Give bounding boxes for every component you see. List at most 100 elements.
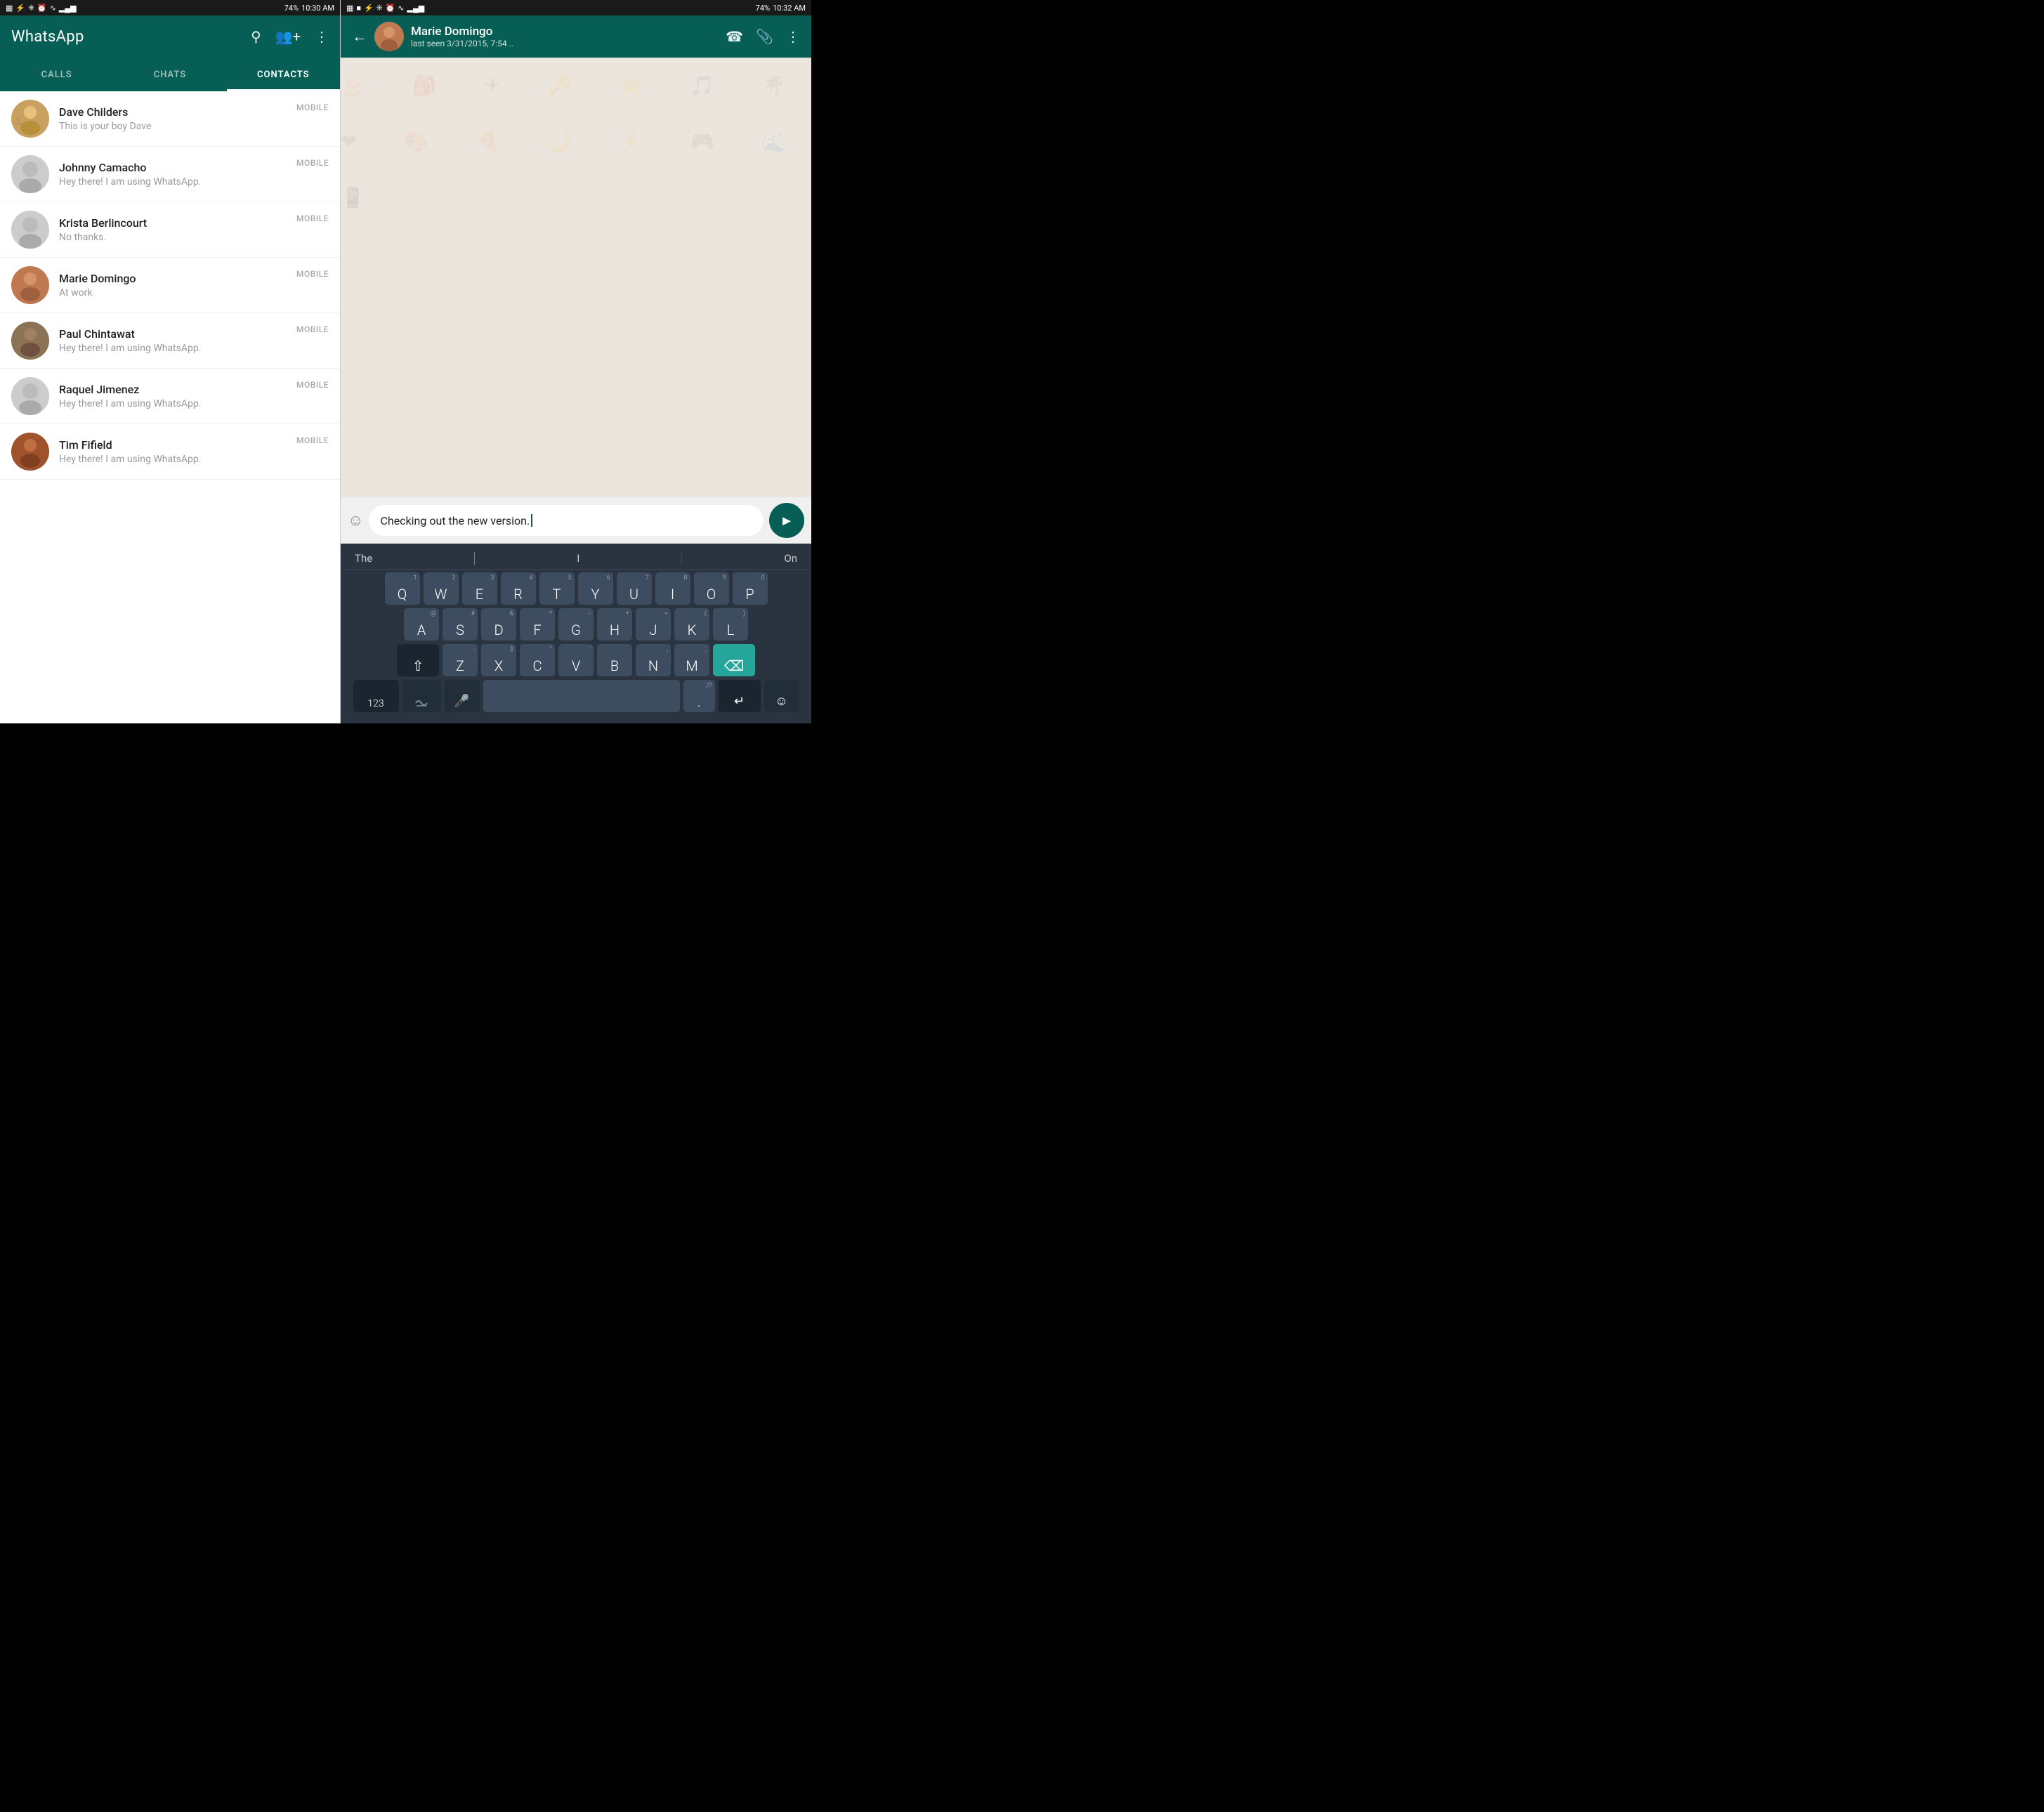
key-label: 123 bbox=[367, 699, 384, 709]
alarm-icon: ⏰ bbox=[37, 4, 47, 13]
avatar bbox=[11, 322, 49, 360]
key-secondary: @ bbox=[431, 610, 436, 617]
send-button[interactable]: ► bbox=[769, 503, 804, 538]
contact-type: MOBILE bbox=[296, 322, 329, 334]
flashlight-icon: ⚡ bbox=[15, 4, 25, 13]
cell-signal-right: ▂▄▆ bbox=[407, 4, 425, 13]
avatar bbox=[11, 155, 49, 193]
tab-chats[interactable]: CHATS bbox=[113, 60, 226, 91]
key-t[interactable]: 5T bbox=[539, 572, 575, 605]
key-k[interactable]: (K bbox=[674, 608, 709, 641]
key-s[interactable]: #S bbox=[443, 608, 478, 641]
emoji-button[interactable]: ☺ bbox=[348, 511, 363, 530]
space-key[interactable] bbox=[483, 680, 680, 712]
key-row-bottom: 123 🎤 ,!?. ↵ ☺ bbox=[346, 680, 806, 712]
key-label: G bbox=[571, 623, 581, 637]
text-cursor bbox=[531, 514, 532, 527]
contact-item[interactable]: 🏃 Dave Childers This is your boy Dave MO… bbox=[0, 91, 340, 147]
key-y[interactable]: 6Y bbox=[578, 572, 613, 605]
contact-item[interactable]: Tim Fifield Hey there! I am using WhatsA… bbox=[0, 424, 340, 480]
key-label: S bbox=[456, 623, 464, 637]
avatar bbox=[11, 266, 49, 304]
key-label: C bbox=[533, 659, 542, 673]
key-secondary: ' bbox=[589, 646, 591, 653]
enter-key[interactable]: ↵ bbox=[719, 680, 761, 712]
key-z[interactable]: -Z bbox=[443, 644, 478, 676]
key-d[interactable]: &D bbox=[481, 608, 516, 641]
attach-icon[interactable]: 📎 bbox=[756, 28, 773, 45]
keyboard-rows: 1Q 2W 3E 4R 5T 6Y 7U 8I 9O 0P @A #S &D *… bbox=[343, 570, 808, 715]
back-button[interactable]: ← bbox=[352, 27, 367, 46]
key-j[interactable]: =J bbox=[636, 608, 671, 641]
chat-last-seen: last seen 3/31/2015, 7:54 .. bbox=[411, 39, 719, 48]
tab-bar: CALLS CHATS CONTACTS bbox=[0, 58, 340, 91]
contact-item[interactable]: Krista Berlincourt No thanks. MOBILE bbox=[0, 202, 340, 258]
key-label: Z bbox=[456, 659, 464, 673]
swipe-key[interactable] bbox=[402, 680, 441, 712]
key-n[interactable]: ,N bbox=[636, 644, 671, 676]
suggestion-3[interactable]: On bbox=[784, 552, 797, 565]
call-icon[interactable]: ☎ bbox=[726, 28, 743, 45]
mic-icon: 🎤 bbox=[454, 694, 469, 709]
more-options-icon[interactable]: ⋮ bbox=[315, 28, 329, 45]
tab-calls[interactable]: CALLS bbox=[0, 60, 113, 91]
backspace-key[interactable]: ⌫ bbox=[713, 644, 755, 676]
chat-more-icon[interactable]: ⋮ bbox=[786, 28, 800, 45]
key-f[interactable]: *F bbox=[520, 608, 555, 641]
wifi-icon-right: ■ bbox=[356, 4, 361, 13]
key-h[interactable]: +H bbox=[597, 608, 632, 641]
key-label: K bbox=[688, 623, 697, 637]
key-label: F bbox=[533, 623, 541, 637]
key-secondary: 1 bbox=[413, 575, 417, 582]
key-q[interactable]: 1Q bbox=[385, 572, 420, 605]
chat-input-area: ☺ Checking out the new version. ► bbox=[341, 497, 811, 544]
suggestion-2[interactable]: I bbox=[577, 552, 579, 565]
contact-item[interactable]: Marie Domingo At work MOBILE bbox=[0, 258, 340, 313]
key-secondary: & bbox=[509, 610, 513, 617]
key-label: ⇧ bbox=[412, 659, 424, 673]
key-m[interactable]: ;M bbox=[674, 644, 709, 676]
emoji-key[interactable]: ☺ bbox=[764, 680, 799, 712]
number-key[interactable]: 123 bbox=[353, 680, 399, 712]
key-u[interactable]: 7U bbox=[617, 572, 652, 605]
app-bar-icons: ⚲ 👥+ ⋮ bbox=[251, 28, 329, 45]
key-label: A bbox=[417, 623, 426, 637]
contact-item[interactable]: Johnny Camacho Hey there! I am using Wha… bbox=[0, 147, 340, 202]
add-contact-icon[interactable]: 👥+ bbox=[275, 28, 301, 45]
time-left: 10:30 AM bbox=[301, 4, 334, 13]
key-row-1: 1Q 2W 3E 4R 5T 6Y 7U 8I 9O 0P bbox=[346, 572, 806, 605]
svg-text:🏃: 🏃 bbox=[15, 119, 22, 126]
key-w[interactable]: 2W bbox=[424, 572, 459, 605]
key-b[interactable]: B bbox=[597, 644, 632, 676]
key-v[interactable]: 'V bbox=[558, 644, 594, 676]
period-key[interactable]: ,!?. bbox=[683, 680, 715, 712]
avatar bbox=[11, 433, 49, 471]
contact-item[interactable]: Paul Chintawat Hey there! I am using Wha… bbox=[0, 313, 340, 369]
left-panel: ▦ ⚡ ⎈ ⏰ ∿ ▂▄▆ 74% 10:30 AM WhatsApp ⚲ 👥+… bbox=[0, 0, 341, 723]
key-row-3: ⇧ -Z $X "C 'V B ,N ;M ⌫ bbox=[346, 644, 806, 676]
key-g[interactable]: -G bbox=[558, 608, 594, 641]
key-secondary: ) bbox=[743, 610, 745, 617]
key-p[interactable]: 0P bbox=[733, 572, 768, 605]
tab-contacts[interactable]: CONTACTS bbox=[227, 60, 340, 91]
search-icon[interactable]: ⚲ bbox=[251, 28, 261, 45]
key-c[interactable]: "C bbox=[520, 644, 555, 676]
contact-item[interactable]: Raquel Jimenez Hey there! I am using Wha… bbox=[0, 369, 340, 424]
key-secondary: - bbox=[473, 646, 476, 653]
key-e[interactable]: 3E bbox=[462, 572, 497, 605]
mic-key[interactable]: 🎤 bbox=[445, 680, 480, 712]
key-label: U bbox=[629, 587, 638, 601]
key-label: B bbox=[610, 659, 619, 673]
key-x[interactable]: $X bbox=[481, 644, 516, 676]
shift-key[interactable]: ⇧ bbox=[397, 644, 439, 676]
key-r[interactable]: 4R bbox=[501, 572, 536, 605]
key-o[interactable]: 9O bbox=[694, 572, 729, 605]
key-a[interactable]: @A bbox=[404, 608, 439, 641]
key-secondary: 3 bbox=[490, 575, 494, 582]
suggestion-1[interactable]: The bbox=[355, 552, 372, 565]
message-input[interactable]: Checking out the new version. bbox=[369, 505, 764, 536]
key-l[interactable]: )L bbox=[713, 608, 748, 641]
chat-avatar[interactable] bbox=[374, 22, 404, 51]
key-i[interactable]: 8I bbox=[655, 572, 690, 605]
contact-name: Tim Fifield bbox=[59, 438, 296, 452]
